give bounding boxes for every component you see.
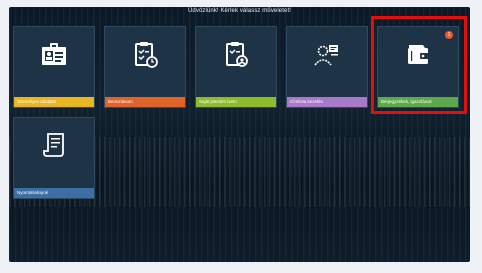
tile-label: Bérjegyzékek, igazolások bbox=[378, 97, 458, 107]
schedule-clipboard-icon bbox=[135, 42, 158, 68]
notification-badge: 1 bbox=[445, 31, 453, 39]
app-screen: Üdvözlünk! Kérlek válassz műveletet! Sze… bbox=[9, 7, 470, 262]
tile-label: Személyes adataim bbox=[14, 97, 94, 107]
tile-forms[interactable]: Nyomtatványok bbox=[13, 117, 95, 199]
tile-personal-data[interactable]: Személyes adataim bbox=[13, 26, 95, 108]
id-card-icon bbox=[42, 43, 66, 65]
screenshot-frame: Üdvözlünk! Kérlek válassz műveletet! Sze… bbox=[0, 0, 482, 273]
attendance-clipboard-icon bbox=[226, 42, 248, 67]
tile-label: Nyomtatványok bbox=[14, 188, 94, 198]
tile-label: Saját jelenléti ívem bbox=[196, 97, 276, 107]
document-icon bbox=[43, 133, 64, 157]
wallet-icon bbox=[408, 45, 429, 64]
contact-card-icon bbox=[314, 45, 338, 66]
tile-payslips-certificates[interactable]: 1 Bérjegyzékek, igazolások bbox=[377, 26, 459, 108]
tile-schedule[interactable]: Beosztásom bbox=[104, 26, 186, 108]
tile-address-list[interactable]: Címlista kezelés bbox=[286, 26, 368, 108]
tile-label: Címlista kezelés bbox=[287, 97, 367, 107]
tile-attendance[interactable]: Saját jelenléti ívem bbox=[195, 26, 277, 108]
tile-label: Beosztásom bbox=[105, 97, 185, 107]
page-title: Üdvözlünk! Kérlek válassz műveletet! bbox=[188, 8, 291, 14]
